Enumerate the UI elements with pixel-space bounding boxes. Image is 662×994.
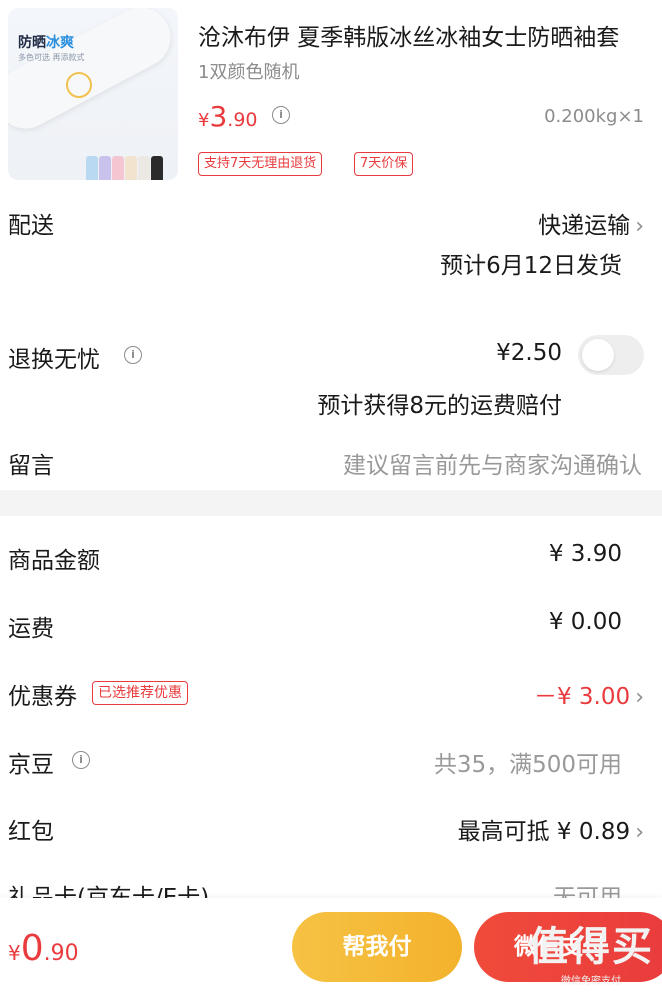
- shipping-fee-value: ¥ 0.00: [548, 609, 622, 635]
- product-title[interactable]: 沧沐布伊 夏季韩版冰丝冰袖女士防晒袖套: [198, 18, 638, 52]
- chevron-right-icon: ›: [635, 685, 644, 710]
- product-weight: 0.200kg×1: [544, 106, 644, 127]
- coupon-row[interactable]: －¥ 3.00 ›: [534, 677, 644, 711]
- sun-icon: [66, 72, 92, 98]
- return-insurance-toggle[interactable]: [578, 335, 644, 375]
- arm-sleeve-illustration: [8, 8, 178, 140]
- coupon-value: －¥ 3.00: [533, 684, 631, 710]
- thumbnail-subtext: 多色可选 再添款式: [18, 53, 85, 62]
- color-swatches: [86, 156, 164, 180]
- return-insurance-label: 退换无忧: [8, 347, 100, 373]
- product-variant: 1双颜色随机: [198, 62, 300, 83]
- jingdou-label: 京豆: [8, 752, 54, 778]
- return-insurance-info-icon[interactable]: i: [124, 346, 142, 364]
- thumbnail-text: 防晒冰爽: [18, 35, 74, 51]
- coupon-label: 优惠券: [8, 684, 77, 710]
- jingdou-info-icon[interactable]: i: [72, 751, 90, 769]
- delivery-label: 配送: [8, 213, 54, 239]
- message-input[interactable]: 建议留言前先与商家沟通确认: [343, 446, 642, 480]
- watermark-logo: 值得买: [528, 924, 654, 970]
- watermark-subtext: 微信免密支付: [561, 976, 621, 987]
- watermark: 值得买 微信免密支付: [528, 914, 654, 987]
- product-thumbnail[interactable]: 防晒冰爽 多色可选 再添款式: [8, 8, 178, 180]
- toggle-knob: [582, 339, 614, 371]
- goods-amount-value: ¥ 3.90: [548, 541, 622, 567]
- help-pay-button[interactable]: 帮我付: [292, 912, 462, 982]
- order-total: ¥0.90: [8, 928, 79, 969]
- return-policy-tag: 支持7天无理由退货: [198, 152, 323, 176]
- return-insurance-note: 预计获得8元的运费赔付: [317, 393, 562, 419]
- chevron-right-icon: ›: [635, 820, 644, 845]
- jingdou-value: 共35，满500可用: [433, 752, 622, 778]
- goods-amount-label: 商品金额: [8, 548, 100, 574]
- product-price: ¥3.90: [198, 100, 258, 133]
- delivery-method-row[interactable]: 快递运输 ›: [538, 206, 644, 240]
- price-protect-tag: 7天价保: [354, 152, 414, 176]
- message-label: 留言: [8, 453, 54, 479]
- delivery-method: 快递运输: [538, 213, 631, 239]
- delivery-estimate: 预计6月12日发货: [440, 253, 622, 279]
- price-info-icon[interactable]: i: [272, 106, 290, 124]
- redpacket-label: 红包: [8, 819, 54, 845]
- return-insurance-price: ¥2.50: [496, 340, 562, 366]
- section-divider: [0, 490, 662, 516]
- redpacket-row[interactable]: 最高可抵 ¥ 0.89 ›: [458, 812, 644, 846]
- chevron-right-icon: ›: [635, 214, 644, 239]
- redpacket-value: 最高可抵 ¥ 0.89: [457, 819, 631, 845]
- shipping-fee-label: 运费: [8, 616, 54, 642]
- coupon-recommended-tag: 已选推荐优惠: [92, 681, 188, 705]
